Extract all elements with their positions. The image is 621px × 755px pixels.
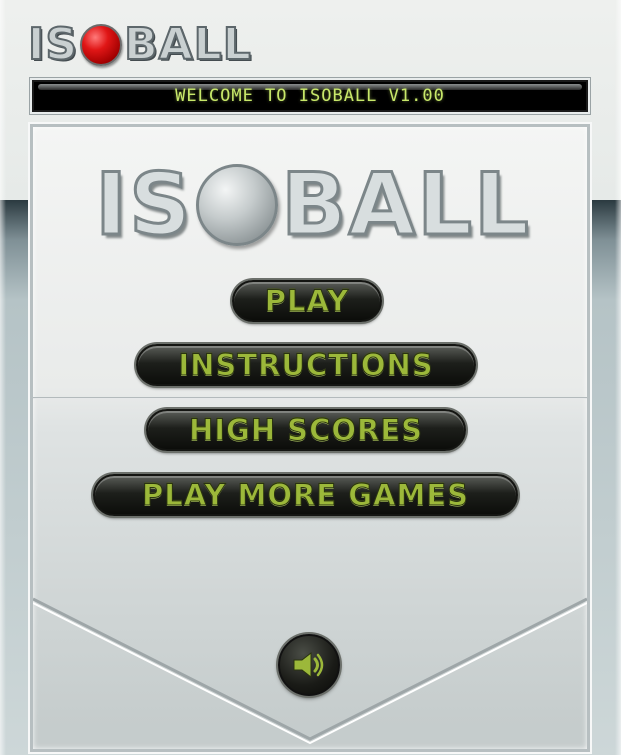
- welcome-text: WELCOME TO ISOBALL V1.00: [175, 86, 445, 106]
- high-scores-button-label: HIGH SCORES: [188, 413, 424, 448]
- speaker-icon: [293, 651, 324, 679]
- title-text-right: BALL: [280, 154, 531, 255]
- grey-ball-icon: [196, 163, 279, 246]
- instructions-button[interactable]: INSTRUCTIONS: [136, 344, 476, 386]
- play-button[interactable]: PLAY: [232, 280, 382, 322]
- sound-toggle-button[interactable]: [278, 634, 340, 696]
- red-ball-icon: [80, 24, 123, 66]
- play-button-label: PLAY: [264, 284, 350, 319]
- instructions-button-label: INSTRUCTIONS: [178, 348, 434, 383]
- title-text-left: IS: [94, 154, 194, 255]
- right-edge-highlight: [615, 0, 621, 755]
- panel-divider: [33, 397, 587, 399]
- header-logo: IS BALL: [27, 19, 252, 70]
- play-more-games-button-label: PLAY MORE GAMES: [141, 478, 470, 513]
- play-more-games-button[interactable]: PLAY MORE GAMES: [93, 474, 518, 516]
- logo-text-right: BALL: [123, 19, 252, 70]
- game-title: IS BALL: [73, 154, 553, 255]
- left-edge-highlight: [0, 0, 6, 755]
- welcome-banner: WELCOME TO ISOBALL V1.00: [30, 78, 590, 114]
- logo-text-left: IS: [27, 19, 79, 70]
- high-scores-button[interactable]: HIGH SCORES: [146, 409, 466, 451]
